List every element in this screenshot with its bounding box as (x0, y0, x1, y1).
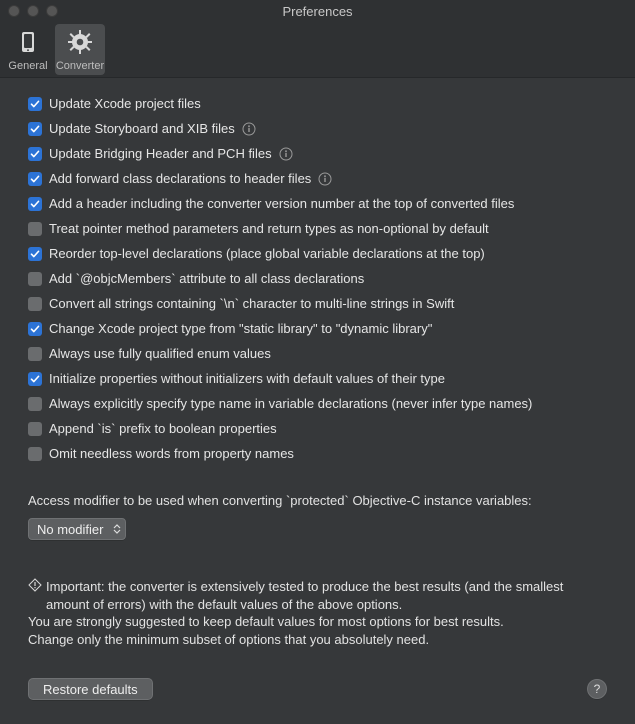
option-label: Treat pointer method parameters and retu… (49, 221, 489, 236)
option-checkbox[interactable] (28, 347, 42, 361)
access-modifier-selected: No modifier (37, 522, 103, 537)
option-row: Update Bridging Header and PCH files (28, 146, 607, 161)
access-modifier-select[interactable]: No modifier (28, 518, 126, 540)
info-icon[interactable] (242, 122, 256, 136)
tab-converter-label: Converter (56, 60, 104, 72)
option-row: Always explicitly specify type name in v… (28, 396, 607, 411)
window-title: Preferences (282, 4, 352, 19)
option-checkbox[interactable] (28, 397, 42, 411)
option-checkbox[interactable] (28, 222, 42, 236)
option-label: Update Bridging Header and PCH files (49, 146, 272, 161)
warning-line1: Important: the converter is extensively … (46, 578, 607, 613)
option-checkbox[interactable] (28, 97, 42, 111)
option-checkbox[interactable] (28, 122, 42, 136)
option-label: Update Xcode project files (49, 96, 201, 111)
option-label: Omit needless words from property names (49, 446, 294, 461)
option-label: Change Xcode project type from "static l… (49, 321, 432, 336)
general-icon (14, 28, 42, 59)
option-checkbox[interactable] (28, 372, 42, 386)
titlebar: Preferences (0, 0, 635, 22)
option-row: Change Xcode project type from "static l… (28, 321, 607, 336)
option-row: Treat pointer method parameters and retu… (28, 221, 607, 236)
option-label: Add a header including the converter ver… (49, 196, 514, 211)
traffic-lights (8, 5, 58, 17)
option-label: Add forward class declarations to header… (49, 171, 311, 186)
option-row: Update Storyboard and XIB files (28, 121, 607, 136)
option-row: Add `@objcMembers` attribute to all clas… (28, 271, 607, 286)
option-label: Add `@objcMembers` attribute to all clas… (49, 271, 364, 286)
gear-icon (66, 28, 94, 59)
option-label: Initialize properties without initialize… (49, 371, 445, 386)
tab-general-label: General (8, 60, 47, 72)
chevron-updown-icon (113, 524, 121, 534)
option-checkbox[interactable] (28, 247, 42, 261)
option-row: Convert all strings containing `\n` char… (28, 296, 607, 311)
close-window-button[interactable] (8, 5, 20, 17)
option-label: Reorder top-level declarations (place gl… (49, 246, 485, 261)
zoom-window-button[interactable] (46, 5, 58, 17)
option-checkbox[interactable] (28, 297, 42, 311)
warning-line2: You are strongly suggested to keep defau… (28, 613, 607, 631)
restore-defaults-button[interactable]: Restore defaults (28, 678, 153, 700)
option-checkbox[interactable] (28, 322, 42, 336)
option-checkbox[interactable] (28, 197, 42, 211)
option-label: Append `is` prefix to boolean properties (49, 421, 277, 436)
option-label: Always use fully qualified enum values (49, 346, 271, 361)
option-row: Update Xcode project files (28, 96, 607, 111)
access-modifier-label: Access modifier to be used when converti… (28, 493, 607, 508)
option-row: Add a header including the converter ver… (28, 196, 607, 211)
option-checkbox[interactable] (28, 147, 42, 161)
content: Update Xcode project files Update Storybo… (0, 78, 635, 716)
help-button[interactable]: ? (587, 679, 607, 699)
option-checkbox[interactable] (28, 172, 42, 186)
preferences-toolbar: General Converter (0, 22, 635, 78)
warning-text: Important: the converter is extensively … (28, 578, 607, 648)
option-label: Always explicitly specify type name in v… (49, 396, 532, 411)
option-row: Omit needless words from property names (28, 446, 607, 461)
info-icon[interactable] (318, 172, 332, 186)
option-label: Convert all strings containing `\n` char… (49, 296, 454, 311)
option-row: Initialize properties without initialize… (28, 371, 607, 386)
option-row: Append `is` prefix to boolean properties (28, 421, 607, 436)
warning-line3: Change only the minimum subset of option… (28, 631, 607, 649)
warning-diamond-icon (28, 578, 42, 592)
option-checkbox[interactable] (28, 272, 42, 286)
option-row: Always use fully qualified enum values (28, 346, 607, 361)
option-row: Add forward class declarations to header… (28, 171, 607, 186)
info-icon[interactable] (279, 147, 293, 161)
option-row: Reorder top-level declarations (place gl… (28, 246, 607, 261)
minimize-window-button[interactable] (27, 5, 39, 17)
option-label: Update Storyboard and XIB files (49, 121, 235, 136)
tab-converter[interactable]: Converter (55, 24, 105, 75)
tab-general[interactable]: General (3, 24, 53, 75)
option-checkbox[interactable] (28, 422, 42, 436)
option-checkbox[interactable] (28, 447, 42, 461)
